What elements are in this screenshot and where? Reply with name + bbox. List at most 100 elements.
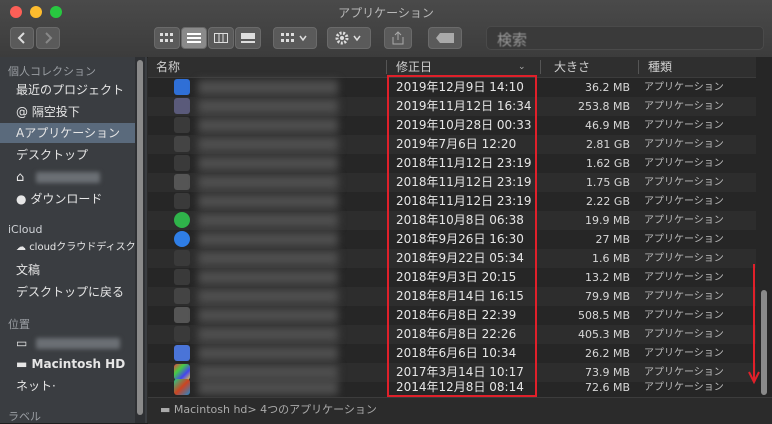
path-bar-text[interactable]: Macintosh hd> 4つのアプリケーション [174, 403, 377, 416]
sidebar-item-network[interactable]: ネット· [0, 376, 135, 396]
laptop-icon: ▭ [16, 336, 28, 350]
cell-size: 405.3 MB [577, 328, 630, 341]
redacted-app-name [198, 289, 338, 304]
app-icon [174, 345, 190, 361]
column-separator[interactable] [638, 60, 639, 74]
share-icon [392, 31, 404, 45]
sidebar-section-icloud: iCloud [8, 223, 43, 236]
back-button[interactable] [10, 27, 34, 49]
column-header-size[interactable]: 大きさ [554, 57, 590, 77]
redacted-app-name [198, 270, 338, 285]
sidebar-item-desktop-icloud[interactable]: デスクトップに戻る [0, 282, 135, 302]
group-button[interactable] [273, 27, 317, 49]
window-title: アプリケーション [338, 6, 434, 20]
sidebar-item-airdrop[interactable]: @ 隔空投下 [0, 102, 135, 122]
app-icon [174, 193, 190, 209]
app-icon [174, 117, 190, 133]
cell-date: 2014年12月8日 08:14 [396, 380, 524, 394]
action-button[interactable] [327, 27, 371, 49]
cell-kind: アプリケーション [644, 101, 724, 112]
cell-date: 2018年6月8日 22:26 [396, 327, 517, 341]
table-row[interactable]: 2018年9月26日 16:30 27 MB アプリケーション [148, 230, 756, 249]
table-row[interactable]: 2018年11月12日 23:19 1.75 GB アプリケーション [148, 173, 756, 192]
download-icon: ● [16, 192, 27, 206]
redacted-app-name [198, 194, 338, 209]
cell-kind: アプリケーション [644, 329, 724, 340]
table-row[interactable]: 2019年10月28日 00:33 46.9 MB アプリケーション [148, 116, 756, 135]
cell-size: 36.2 MB [584, 81, 630, 94]
cell-size: 72.6 MB [584, 381, 630, 394]
sidebar-item-applications[interactable]: Aアプリケーション [0, 123, 135, 143]
cell-date: 2018年11月12日 23:19 [396, 194, 532, 208]
cell-kind: アプリケーション [644, 382, 724, 393]
finder-window: アプリケーション 検索 個人コレクション 最近のプロジェクト @ 隔空投下 Aア… [0, 0, 772, 424]
sidebar-item-home[interactable]: ⌂ [0, 167, 135, 187]
table-row[interactable]: 2019年12月9日 14:10 36.2 MB アプリケーション [148, 78, 756, 97]
disk-icon: ▬ [160, 403, 171, 416]
list-scrollbar-thumb[interactable] [761, 290, 767, 395]
table-row[interactable]: 2018年9月3日 20:15 13.2 MB アプリケーション [148, 268, 756, 287]
table-row[interactable]: 2018年11月12日 23:19 1.62 GB アプリケーション [148, 154, 756, 173]
app-icon [174, 174, 190, 190]
list-header: 名称 修正日 ⌄ 大きさ 種類 [148, 57, 756, 78]
cell-date: 2019年12月9日 14:10 [396, 80, 524, 94]
redacted-app-name [198, 308, 338, 323]
cell-size: 2.81 GB [585, 138, 630, 151]
view-gallery-button[interactable] [235, 27, 261, 49]
view-list-button[interactable] [181, 27, 207, 49]
home-icon: ⌂ [16, 170, 25, 185]
sidebar-section-tags: ラベル [8, 410, 41, 423]
table-row[interactable]: 2014年12月8日 08:14 72.6 MB アプリケーション [148, 378, 756, 397]
column-separator[interactable] [386, 60, 387, 74]
sidebar-item-desktop[interactable]: デスクトップ [0, 145, 135, 165]
app-icon [174, 231, 190, 247]
table-row[interactable]: 2018年6月8日 22:26 405.3 MB アプリケーション [148, 325, 756, 344]
sidebar-section-favorites: 個人コレクション [8, 65, 96, 78]
table-row[interactable]: 2019年7月6日 12:20 2.81 GB アプリケーション [148, 135, 756, 154]
cell-kind: アプリケーション [644, 196, 724, 207]
sidebar-item-macintosh-hd-label: Macintosh HD [31, 357, 126, 371]
sidebar-scrollbar-thumb[interactable] [137, 60, 143, 415]
table-row[interactable]: 2018年9月22日 05:34 1.6 MB アプリケーション [148, 249, 756, 268]
search-input[interactable]: 検索 [497, 29, 527, 50]
sort-chevron-icon: ⌄ [518, 62, 526, 72]
cell-date: 2018年9月26日 16:30 [396, 232, 524, 246]
forward-button[interactable] [36, 27, 60, 49]
search-field[interactable]: 検索 [486, 26, 764, 50]
cell-date: 2018年9月3日 20:15 [396, 270, 517, 284]
sidebar-item-recents[interactable]: 最近のプロジェクト [0, 80, 135, 100]
tags-button[interactable] [428, 27, 462, 49]
cell-date: 2018年11月12日 23:19 [396, 175, 532, 189]
cell-size: 19.9 MB [584, 214, 630, 227]
sidebar-item-downloads[interactable]: ● ダウンロード [0, 189, 135, 209]
table-row[interactable]: 2018年6月6日 10:34 26.2 MB アプリケーション [148, 344, 756, 363]
view-icons-button[interactable] [154, 27, 180, 49]
column-header-kind[interactable]: 種類 [648, 57, 672, 77]
column-separator[interactable] [540, 60, 541, 74]
sidebar-item-documents[interactable]: 文稿 [0, 260, 135, 280]
cell-date: 2019年11月12日 16:34 [396, 99, 532, 113]
sidebar-item-icloud-drive[interactable]: ☁ cloudクラウドディスク [0, 238, 135, 258]
table-row[interactable]: 2018年11月12日 23:19 2.22 GB アプリケーション [148, 192, 756, 211]
down-arrow-icon [748, 264, 760, 385]
app-icon [174, 155, 190, 171]
view-columns-button[interactable] [208, 27, 234, 49]
app-icon [174, 250, 190, 266]
list-view-icon [187, 33, 201, 43]
sidebar-item-computer[interactable]: ▭ [0, 333, 135, 353]
table-row[interactable]: 2018年8月14日 16:15 79.9 MB アプリケーション [148, 287, 756, 306]
column-header-name[interactable]: 名称 [156, 57, 180, 77]
cell-date: 2018年10月8日 06:38 [396, 213, 524, 227]
cell-kind: アプリケーション [644, 272, 724, 283]
app-icon [174, 136, 190, 152]
app-icon [174, 79, 190, 95]
table-row[interactable]: 2019年11月12日 16:34 253.8 MB アプリケーション [148, 97, 756, 116]
cell-kind: アプリケーション [644, 82, 724, 93]
sidebar-item-macintosh-hd[interactable]: ▬ Macintosh HD [0, 354, 135, 374]
sidebar-section-locations: 位置 [8, 318, 30, 331]
share-button[interactable] [384, 27, 412, 49]
column-header-date[interactable]: 修正日 [396, 57, 432, 77]
table-row[interactable]: 2018年10月8日 06:38 19.9 MB アプリケーション [148, 211, 756, 230]
table-row[interactable]: 2018年6月8日 22:39 508.5 MB アプリケーション [148, 306, 756, 325]
icon-view-icon [160, 33, 173, 42]
